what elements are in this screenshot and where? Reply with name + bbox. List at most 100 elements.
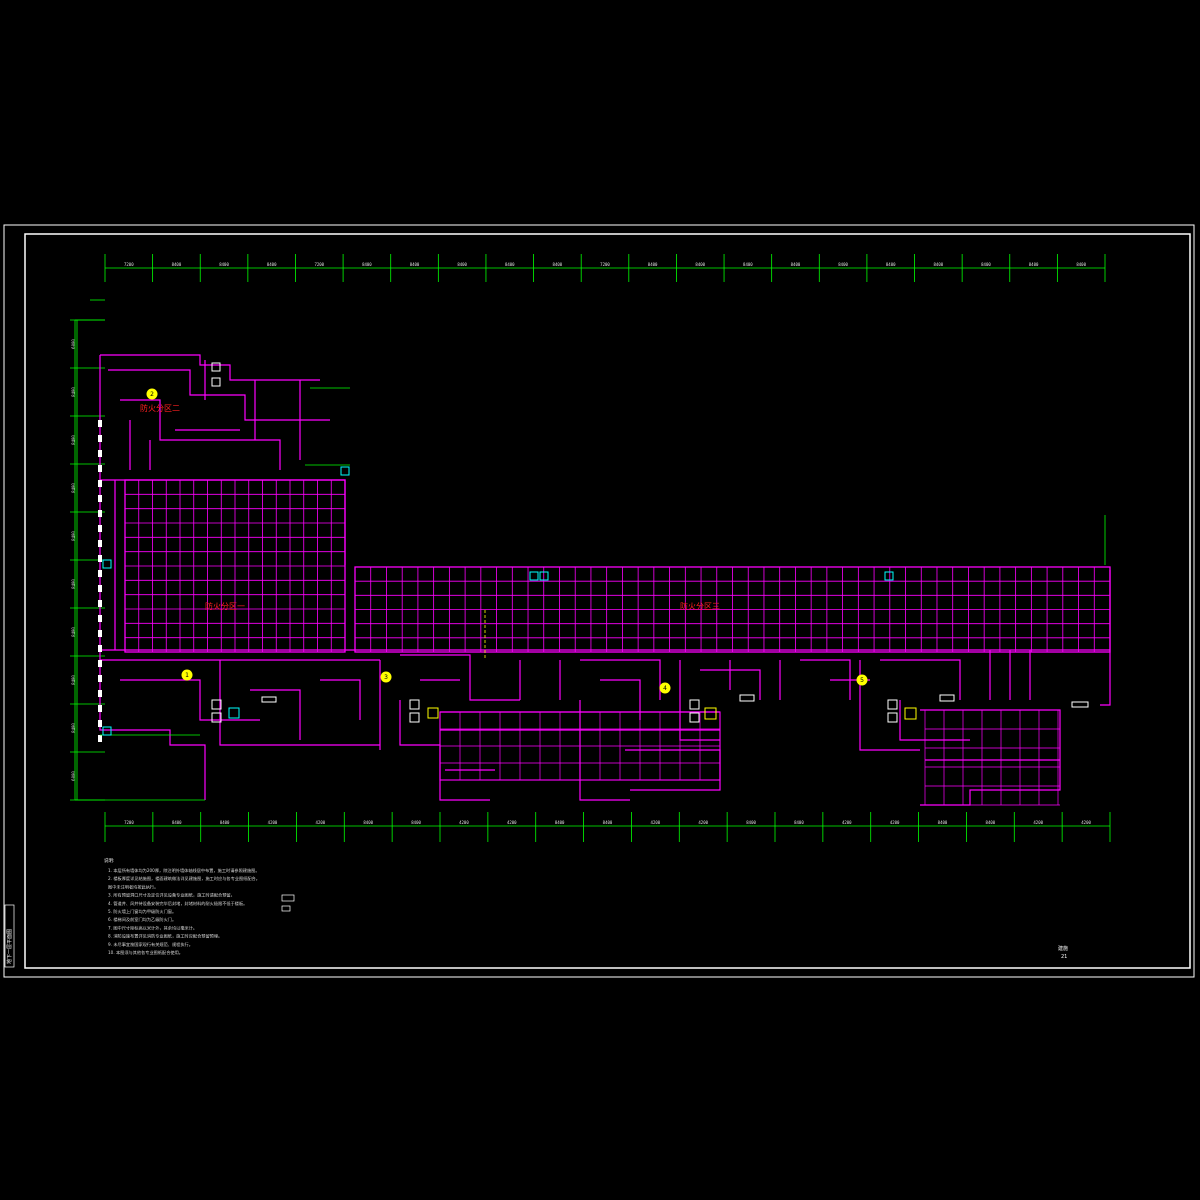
dimension-label: 8400 <box>219 262 229 267</box>
top-dimension-chain: 7200 8400 8400 8400 7200 8400 8400 8400 8400 8400… <box>104 254 1106 282</box>
dimension-label: 4200 <box>651 820 661 825</box>
dimension-label: 8400 <box>934 262 944 267</box>
dimension-label: 8400 <box>411 820 421 825</box>
equipment-boxes <box>102 362 1089 736</box>
axis-marker-label: 4 <box>663 685 667 692</box>
dimension-label: 8400 <box>794 820 804 825</box>
note-line: 9. 未尽事宜按国家现行有关规范、规程执行。 <box>108 941 193 948</box>
structural-grid-zone-three <box>354 566 1111 653</box>
axis-marker-label: 2 <box>150 391 154 398</box>
column-mark <box>98 600 102 607</box>
column-mark <box>98 720 102 727</box>
shaft-icon <box>211 377 221 387</box>
cad-floor-plan: 地下一层平面图 7200 8400 8400 8400 7200 8400 8400 8400… <box>3 224 1195 978</box>
dimension-label: 8400 <box>603 820 613 825</box>
dimension-label: 8400 <box>505 262 515 267</box>
shaft-icon <box>102 726 112 736</box>
duct-box-icon <box>904 707 917 720</box>
duct-box-icon <box>427 707 439 719</box>
dimension-label: 4200 <box>316 820 326 825</box>
axis-marker-label: 1 <box>185 672 189 679</box>
note-line: 5. 防火墙上门窗均为甲级防火门窗。 <box>108 908 176 915</box>
note-detail-box <box>281 905 291 912</box>
fan-unit-icon <box>409 712 420 723</box>
dimension-label: 8400 <box>981 262 991 267</box>
column-mark <box>98 465 102 472</box>
dimension-label: 8400 <box>363 820 373 825</box>
column-mark <box>98 540 102 547</box>
column-mark <box>98 615 102 622</box>
column-mark <box>98 585 102 592</box>
dimension-label: 8400 <box>648 262 658 267</box>
sheet-number: 21 <box>1061 954 1067 960</box>
bottom-dimension-chain: 7200 8400 8400 4200 4200 8400 8400 4200 4200 8400… <box>104 812 1111 842</box>
column-mark <box>98 525 102 532</box>
column-mark <box>98 660 102 667</box>
dimension-label: 8400 <box>220 820 230 825</box>
dimension-label: 4200 <box>842 820 852 825</box>
dimension-label: 8400 <box>986 820 996 825</box>
dimension-label: 8400 <box>555 820 565 825</box>
dimension-label: 8400 <box>886 262 896 267</box>
dimension-label: 4200 <box>1033 820 1043 825</box>
dimension-label: 4200 <box>890 820 900 825</box>
column-mark <box>98 480 102 487</box>
column-mark <box>98 510 102 517</box>
column-mark <box>98 555 102 562</box>
column-mark <box>98 645 102 652</box>
shaft-icon <box>340 466 350 476</box>
shaft-icon <box>884 571 894 581</box>
zone-one-label: 防火分区一 <box>205 601 245 611</box>
shaft-icon <box>529 571 539 581</box>
shaft-icon <box>1071 701 1089 708</box>
column-mark <box>98 690 102 697</box>
column-mark <box>98 450 102 457</box>
fan-unit-icon <box>887 699 898 710</box>
column-mark <box>98 705 102 712</box>
dimension-label: 4200 <box>1081 820 1091 825</box>
dimension-label: 8400 <box>1076 262 1086 267</box>
note-detail-box <box>281 894 295 902</box>
shaft-icon <box>261 696 277 703</box>
general-notes: 说明: 1. 本层所有墙体均为200厚，除注明外墙体轴线居中布置，施工时请参照建… <box>104 857 295 956</box>
dimension-label: 8400 <box>791 262 801 267</box>
note-line: 图中未注明者均按此执行。 <box>108 883 158 890</box>
duct-box-icon <box>228 707 240 719</box>
dimension-label: 8400 <box>172 820 182 825</box>
axis-marker-label: 3 <box>384 674 388 681</box>
dimension-label: 8400 <box>267 262 277 267</box>
column-mark <box>98 420 102 427</box>
column-mark <box>98 630 102 637</box>
fan-unit-icon <box>887 712 898 723</box>
dimension-label: 8400 <box>838 262 848 267</box>
fan-unit-icon <box>689 699 700 710</box>
dimension-label: 8400 <box>362 262 372 267</box>
zone-two-label: 防火分区二 <box>140 403 180 413</box>
note-line: 8. 消防设施布置详见消防专业图纸，施工时应配合预留预埋。 <box>108 933 222 940</box>
note-line: 3. 所有预留洞口尺寸及定位详见设备专业图纸，施工时请配合预留。 <box>108 892 235 899</box>
dimension-label: 8400 <box>743 262 753 267</box>
dimension-label: 8400 <box>938 820 948 825</box>
dimension-label: 4200 <box>507 820 517 825</box>
note-line: 7. 图中尺寸除标高以米计外，其余均以毫米计。 <box>108 924 197 931</box>
note-line: 6. 楼梯间及前室门均为乙级防火门。 <box>108 916 176 923</box>
dimension-label: 4200 <box>268 820 278 825</box>
column-mark <box>98 675 102 682</box>
shaft-icon <box>739 694 755 702</box>
dimension-label: 8400 <box>172 262 182 267</box>
fan-unit-icon <box>689 712 700 723</box>
dimension-label: 4200 <box>459 820 469 825</box>
dimension-label: 7200 <box>600 262 610 267</box>
structural-grid-zone-one <box>124 479 346 653</box>
dimension-label: 8400 <box>746 820 756 825</box>
dimension-label: 7200 <box>124 820 134 825</box>
column-mark <box>98 495 102 502</box>
dimension-label: 7200 <box>314 262 324 267</box>
duct-box-icon <box>704 707 717 720</box>
note-line: 4. 管道井、风井待设备安装完毕后封堵，封堵材料的耐火极限不低于楼板。 <box>108 900 247 907</box>
side-strip-text: 地下一层平面图 <box>6 929 13 964</box>
dimension-label: 8400 <box>1029 262 1039 267</box>
note-line: 1. 本层所有墙体均为200厚，除注明外墙体轴线居中布置，施工时请参照建施图。 <box>108 867 260 874</box>
column-mark <box>98 435 102 442</box>
notes-heading: 说明: <box>104 857 115 864</box>
